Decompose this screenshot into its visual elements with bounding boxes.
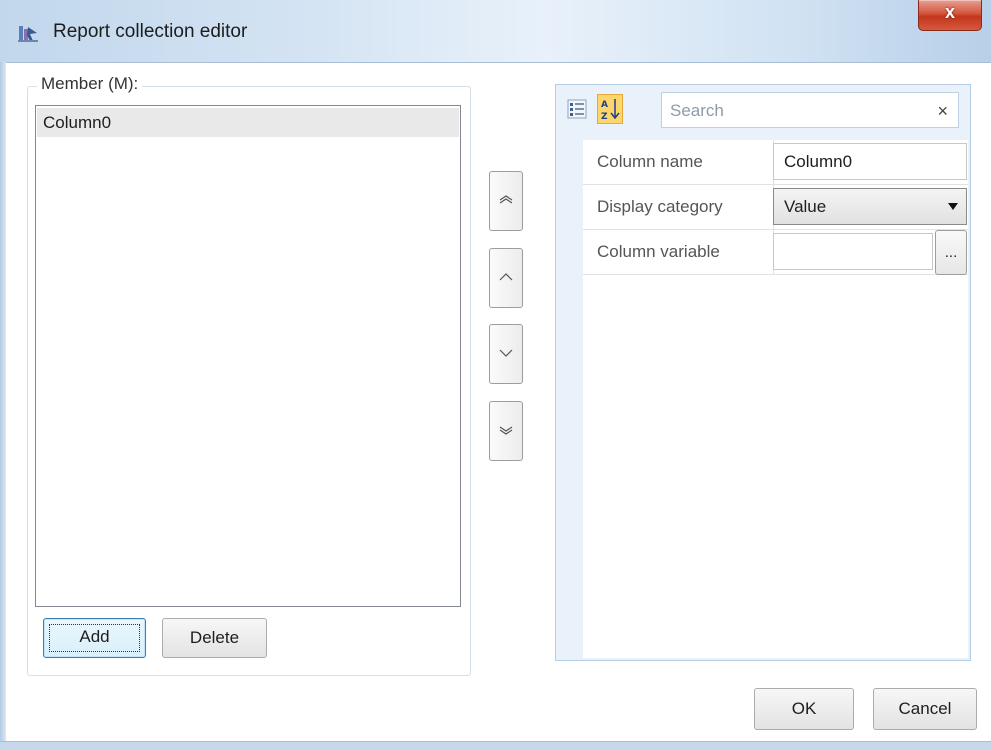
property-grid-body: Column name Column0 Display category Val… [583,140,968,658]
clear-search-icon[interactable]: × [937,101,948,122]
chevron-down-icon [499,349,513,357]
move-down-button[interactable] [489,324,523,384]
member-label: Member (M): [37,74,143,94]
display-category-value: Value [784,197,827,216]
window-title: Report collection editor [53,21,248,42]
alphabetical-sort-button[interactable]: A Z [597,94,623,124]
ellipsis-icon: ... [944,244,958,261]
column-variable-field[interactable] [773,233,933,270]
window-frame-left [0,62,6,742]
delete-button-label: Delete [189,628,240,647]
report-editor-icon [18,26,38,42]
property-row-display-category[interactable]: Display category Value [583,185,968,230]
cancel-button[interactable]: Cancel [873,688,977,730]
svg-text:Z: Z [601,112,608,122]
chevron-up-icon [499,273,513,281]
search-placeholder: Search [670,101,724,120]
close-icon: x [944,2,955,22]
member-list[interactable]: Column0 [35,105,461,607]
categorized-icon [567,99,587,119]
display-category-dropdown[interactable]: Value [773,188,967,225]
delete-button[interactable]: Delete [162,618,267,658]
title-bar[interactable]: Report collection editor x [0,0,991,63]
column-name-value: Column0 [784,152,853,171]
categorized-view-button[interactable] [564,94,590,124]
browse-variable-button[interactable]: ... [935,230,967,275]
dropdown-arrow-icon [948,203,958,210]
move-to-top-button[interactable] [489,171,523,231]
property-row-column-variable[interactable]: Column variable [583,230,968,275]
column-name-field[interactable]: Column0 [773,143,967,180]
property-name: Column name [597,152,703,171]
search-input[interactable]: Search × [661,92,959,128]
double-chevron-up-icon [499,195,513,204]
list-item[interactable]: Column0 [37,108,459,137]
focus-rectangle [49,624,140,652]
close-button[interactable]: x [918,0,982,31]
ok-button-label: OK [791,699,817,718]
property-name: Display category [597,197,723,216]
move-to-bottom-button[interactable] [489,401,523,461]
move-up-button[interactable] [489,248,523,308]
property-row-column-name[interactable]: Column name Column0 [583,140,968,185]
list-item-label: Column0 [43,113,112,132]
property-name: Column variable [597,242,720,261]
ok-button[interactable]: OK [754,688,854,730]
svg-text:A: A [601,100,608,110]
add-button[interactable]: Add [43,618,146,658]
cancel-button-label: Cancel [898,699,952,718]
alphabetical-sort-icon: A Z [601,99,620,122]
double-chevron-down-icon [499,426,513,435]
